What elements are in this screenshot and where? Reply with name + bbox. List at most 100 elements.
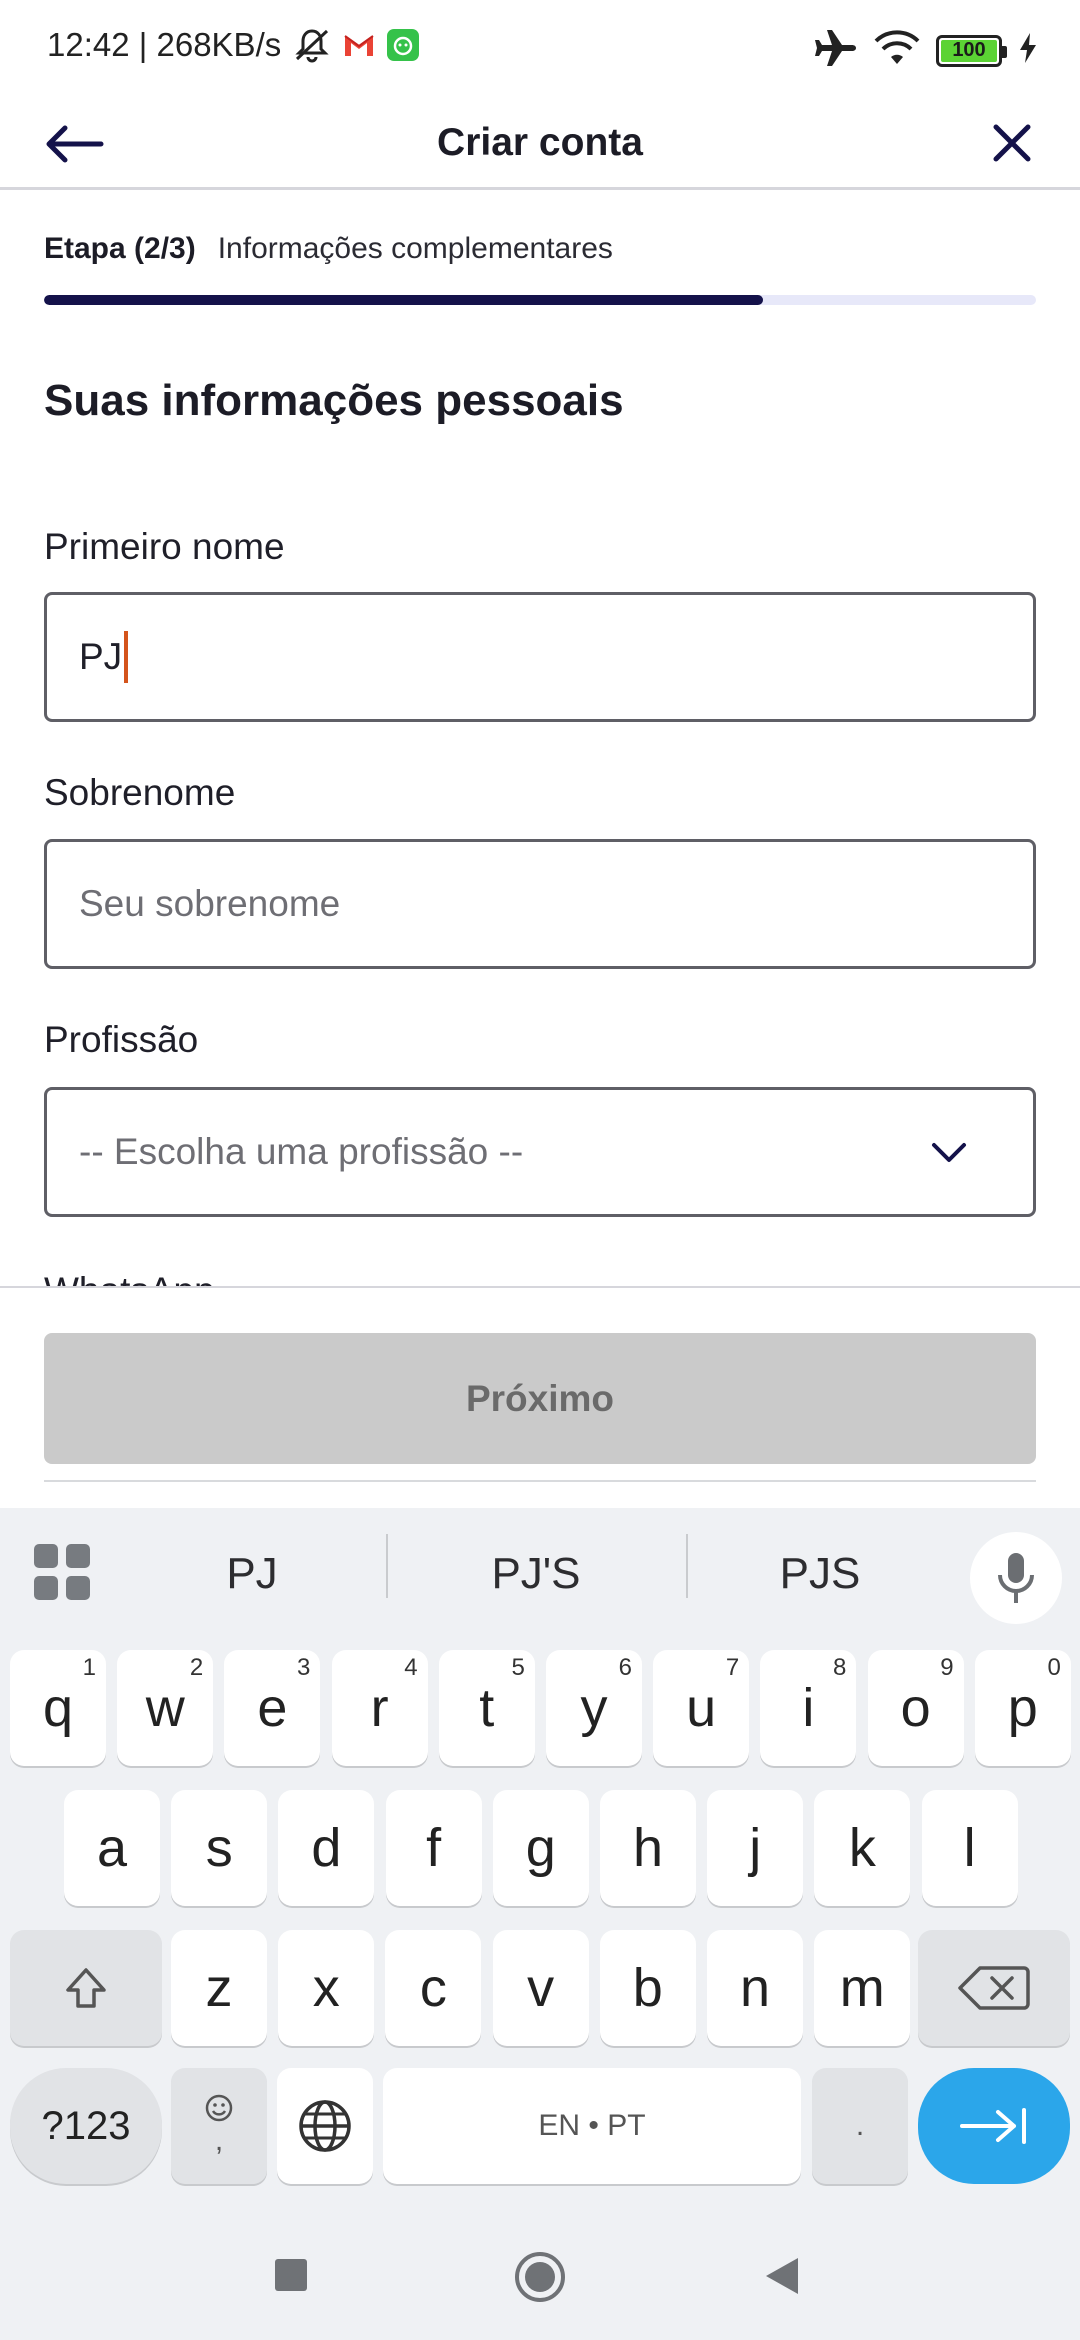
home-circle-icon xyxy=(515,2252,565,2302)
key-number-hint: 6 xyxy=(618,1654,632,1681)
key-v[interactable]: v xyxy=(492,1930,589,2046)
enter-key[interactable] xyxy=(918,2068,1070,2184)
app-header: Criar conta xyxy=(0,100,1080,190)
key-q[interactable]: q1 xyxy=(10,1650,106,1766)
shift-key[interactable] xyxy=(10,1930,162,2046)
suggestion-bar: PJ PJ'S PJS xyxy=(0,1508,1080,1638)
key-letter: a xyxy=(96,1818,128,1878)
key-number-hint: 8 xyxy=(833,1654,847,1681)
key-f[interactable]: f xyxy=(385,1790,482,1906)
key-h[interactable]: h xyxy=(600,1790,696,1906)
key-letter: x xyxy=(312,1958,340,2018)
key-s[interactable]: s xyxy=(171,1790,268,1906)
key-u[interactable]: u7 xyxy=(653,1650,750,1766)
last-name-field[interactable]: Seu sobrenome xyxy=(44,839,1036,969)
close-icon xyxy=(993,124,1031,162)
period-label: . xyxy=(855,2109,865,2142)
next-button[interactable]: Próximo xyxy=(44,1333,1036,1464)
step-progress-bar xyxy=(44,295,1036,305)
key-x[interactable]: x xyxy=(278,1930,375,2046)
close-button[interactable] xyxy=(984,114,1040,172)
status-right: 100 xyxy=(814,28,1038,73)
key-d[interactable]: d xyxy=(278,1790,375,1906)
key-letter: e xyxy=(257,1678,288,1738)
airplane-icon xyxy=(814,28,858,73)
status-time-speed: 12:42 | 268KB/s xyxy=(47,26,282,63)
key-j[interactable]: j xyxy=(707,1790,804,1906)
last-name-label: Sobrenome xyxy=(44,772,236,813)
app-icon xyxy=(387,29,420,61)
backspace-key[interactable] xyxy=(918,1930,1070,2046)
key-number-hint: 2 xyxy=(189,1654,204,1681)
emoji-icon xyxy=(205,2094,233,2122)
key-o[interactable]: o9 xyxy=(867,1650,964,1766)
next-field-arrow-icon xyxy=(960,2108,1026,2144)
wifi-icon xyxy=(874,30,920,71)
suggestion-3[interactable]: PJS xyxy=(690,1544,950,1604)
symbols-key[interactable]: ?123 xyxy=(10,2068,162,2184)
key-letter: b xyxy=(632,1958,663,2018)
space-key[interactable]: EN • PT xyxy=(383,2068,801,2184)
key-letter: f xyxy=(426,1818,442,1878)
suggestion-2[interactable]: PJ'S xyxy=(406,1544,666,1604)
key-e[interactable]: e3 xyxy=(224,1650,321,1766)
chevron-down-icon xyxy=(932,1143,966,1162)
step-label: Etapa (2/3) xyxy=(44,232,196,265)
key-letter: q xyxy=(42,1678,74,1738)
backspace-icon xyxy=(958,1966,1030,2010)
key-letter: r xyxy=(370,1678,389,1738)
key-letter: m xyxy=(839,1958,885,2018)
status-bar: 12:42 | 268KB/s 100 xyxy=(0,0,1080,100)
key-letter: n xyxy=(739,1958,771,2018)
key-i[interactable]: i8 xyxy=(760,1650,857,1766)
key-n[interactable]: n xyxy=(707,1930,803,2046)
key-b[interactable]: b xyxy=(599,1930,696,2046)
symbols-label: ?123 xyxy=(41,2103,131,2148)
square-icon xyxy=(275,2259,307,2291)
profession-select[interactable]: -- Escolha uma profissão -- xyxy=(44,1087,1036,1217)
space-label: EN • PT xyxy=(538,2109,646,2142)
emoji-comma-key[interactable]: , xyxy=(171,2068,267,2184)
key-z[interactable]: z xyxy=(171,1930,267,2046)
recents-button[interactable] xyxy=(274,2258,308,2292)
key-l[interactable]: l xyxy=(921,1790,1018,1906)
key-number-hint: 7 xyxy=(725,1654,740,1681)
key-k[interactable]: k xyxy=(814,1790,911,1906)
key-r[interactable]: r4 xyxy=(331,1650,428,1766)
mic-button[interactable] xyxy=(970,1532,1062,1624)
key-g[interactable]: g xyxy=(492,1790,589,1906)
globe-icon xyxy=(299,2100,351,2152)
key-c[interactable]: c xyxy=(385,1930,482,2046)
suggestion-1[interactable]: PJ xyxy=(122,1544,382,1604)
charging-icon xyxy=(1018,32,1038,69)
step-progress-fill xyxy=(44,295,764,305)
home-button[interactable] xyxy=(513,2250,567,2304)
apps-grid-icon[interactable] xyxy=(34,1544,90,1600)
key-w[interactable]: w2 xyxy=(117,1650,214,1766)
key-m[interactable]: m xyxy=(814,1930,911,2046)
key-number-hint: 5 xyxy=(511,1654,525,1681)
last-name-placeholder: Seu sobrenome xyxy=(79,883,341,924)
key-y[interactable]: y6 xyxy=(546,1650,642,1766)
step-indicator: Etapa (2/3) Informações complementares xyxy=(44,232,613,266)
profession-selected-value: -- Escolha uma profissão -- xyxy=(79,1131,524,1172)
key-letter: l xyxy=(963,1818,976,1878)
suggestion-divider xyxy=(386,1534,388,1598)
key-t[interactable]: t5 xyxy=(438,1650,535,1766)
key-letter: y xyxy=(580,1678,608,1738)
key-a[interactable]: a xyxy=(64,1790,160,1906)
period-key[interactable]: . xyxy=(812,2068,908,2184)
key-letter: d xyxy=(311,1818,342,1878)
triangle-back-icon xyxy=(766,2258,798,2294)
key-letter: p xyxy=(1007,1678,1038,1738)
first-name-field[interactable]: PJ xyxy=(44,592,1036,722)
language-key[interactable] xyxy=(277,2068,373,2184)
section-title: Suas informações pessoais xyxy=(44,376,624,425)
key-letter: c xyxy=(419,1958,447,2018)
key-number-hint: 9 xyxy=(940,1654,954,1681)
footer-divider xyxy=(0,1286,1080,1288)
key-p[interactable]: p0 xyxy=(974,1650,1071,1766)
first-name-label: Primeiro nome xyxy=(44,526,285,567)
back-nav-button[interactable] xyxy=(764,2256,800,2296)
gmail-icon xyxy=(343,31,375,59)
